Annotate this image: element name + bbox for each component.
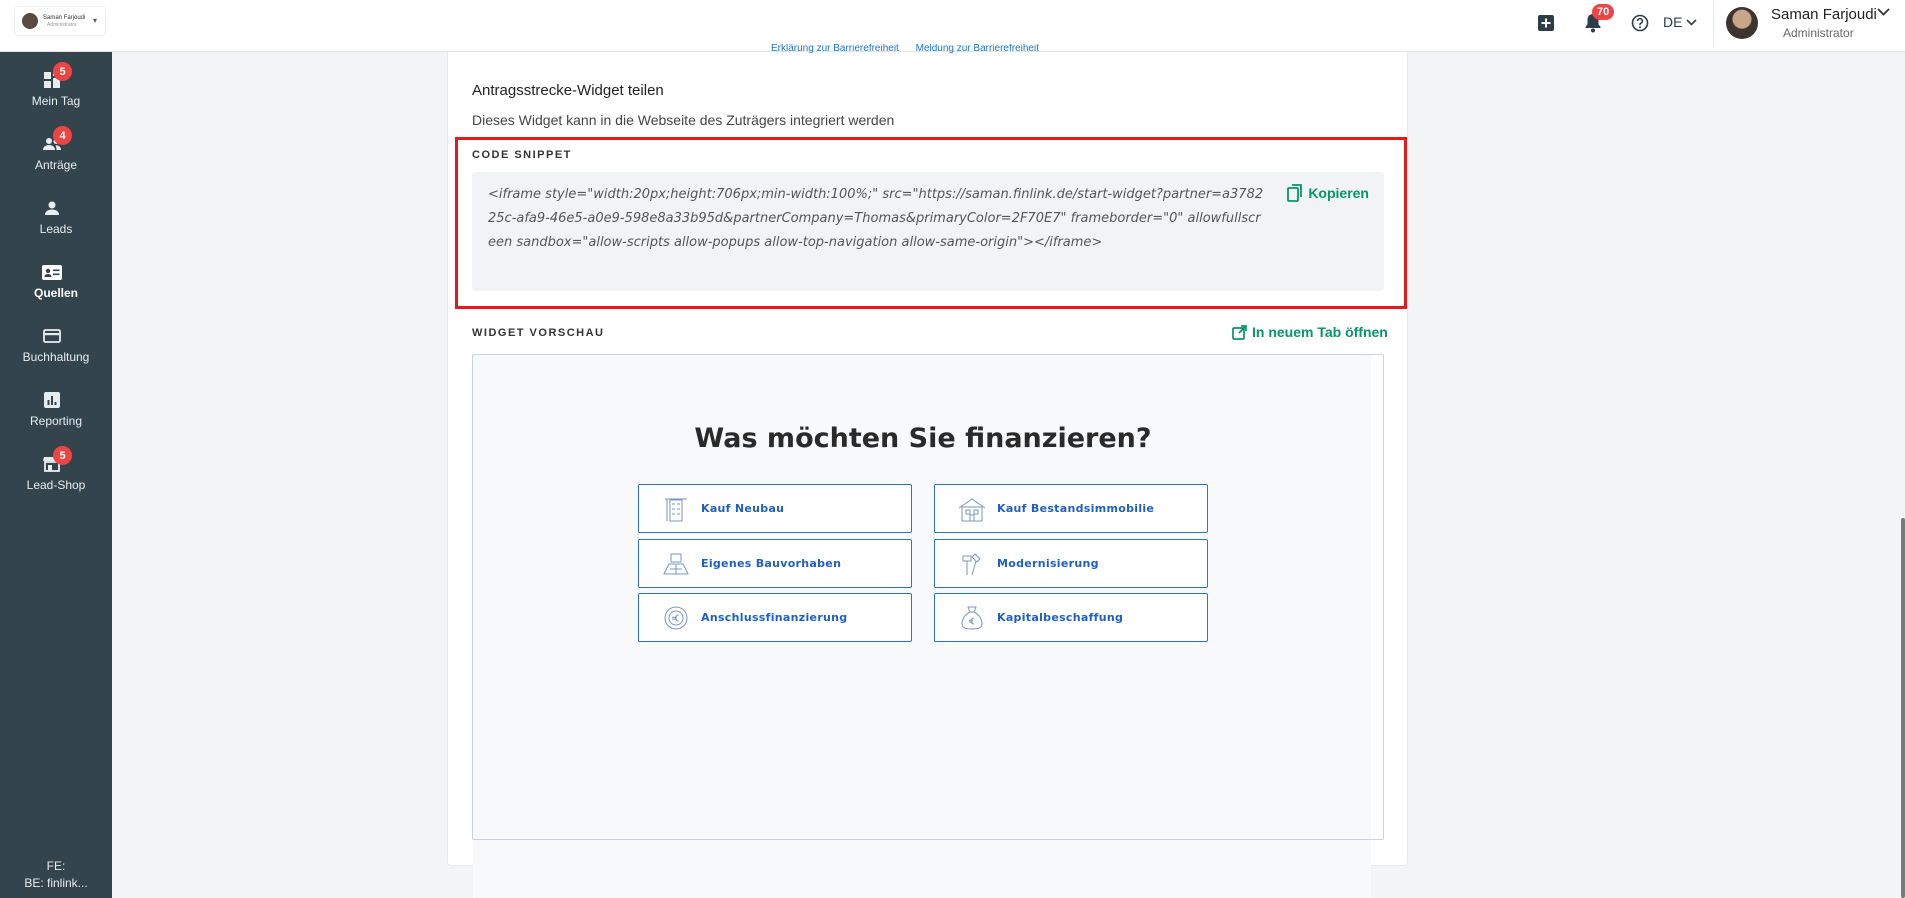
option-label: Anschlussfinanzierung bbox=[701, 611, 848, 624]
add-icon[interactable] bbox=[1534, 11, 1558, 35]
option-anschlussfinanzierung[interactable]: Anschlussfinanzierung bbox=[638, 593, 912, 642]
external-link-icon bbox=[1232, 324, 1247, 340]
sidebar-item-label: Mein Tag bbox=[31, 94, 81, 108]
frontend-version: FE: bbox=[46, 859, 66, 873]
accessibility-statement-link[interactable]: Erklärung zur Barrierefreiheit bbox=[771, 44, 899, 54]
option-modernisierung[interactable]: Modernisierung bbox=[934, 539, 1208, 588]
chevron-down-icon bbox=[1686, 18, 1698, 26]
sidebar-item-label: Reporting bbox=[29, 414, 83, 428]
sidebar-item-leads[interactable]: Leads bbox=[0, 190, 112, 248]
chevron-down-icon: ▾ bbox=[92, 16, 97, 25]
accessibility-links: Erklärung zur Barrierefreiheit Meldung z… bbox=[771, 44, 1053, 54]
money-bag-icon bbox=[957, 603, 987, 633]
user-avatar[interactable] bbox=[1726, 7, 1758, 39]
option-label: Eigenes Bauvorhaben bbox=[701, 557, 842, 570]
copy-button[interactable]: Kopieren bbox=[1287, 184, 1369, 202]
open-in-new-tab-link[interactable]: In neuem Tab öffnen bbox=[1232, 324, 1388, 340]
sidebar-item-label: Lead-Shop bbox=[26, 478, 86, 492]
user-role: Administrator bbox=[1783, 26, 1854, 40]
sidebar: 5 Mein Tag 4 Anträge Leads Quellen Buchh… bbox=[0, 52, 112, 898]
option-label: Kapitalbeschaffung bbox=[997, 611, 1124, 624]
code-snippet-block[interactable]: <iframe style="width:20px;height:706px;m… bbox=[472, 172, 1384, 291]
option-label: Kauf Neubau bbox=[701, 502, 785, 515]
badge: 5 bbox=[53, 62, 72, 81]
help-icon[interactable] bbox=[1628, 11, 1652, 35]
company-name: Saman Farjoudi bbox=[43, 14, 86, 21]
sidebar-item-label: Anträge bbox=[34, 158, 78, 172]
section-title: Antragsstrecke-Widget teilen bbox=[472, 82, 664, 99]
page-scrollbar[interactable] bbox=[1901, 518, 1905, 898]
sidebar-item-label: Quellen bbox=[33, 286, 78, 300]
badge: 5 bbox=[53, 446, 72, 465]
credit-card-icon bbox=[42, 326, 62, 346]
option-kauf-neubau[interactable]: Kauf Neubau bbox=[638, 484, 912, 533]
preview-scrollbar[interactable] bbox=[1371, 355, 1383, 839]
topbar-divider bbox=[1713, 0, 1714, 48]
widget-preview-frame[interactable]: Was möchten Sie finanzieren? Kauf Neubau… bbox=[472, 354, 1384, 840]
widget-preview-label: WIDGET VORSCHAU bbox=[472, 327, 605, 339]
open-tab-label: In neuem Tab öffnen bbox=[1252, 324, 1388, 340]
option-eigenes-bauvorhaben[interactable]: Eigenes Bauvorhaben bbox=[638, 539, 912, 588]
user-name[interactable]: Saman Farjoudi bbox=[1771, 6, 1877, 23]
notifications-badge: 70 bbox=[1592, 4, 1615, 20]
tools-icon bbox=[957, 549, 987, 579]
blueprint-icon bbox=[661, 549, 691, 579]
person-icon bbox=[42, 198, 62, 218]
badge: 4 bbox=[53, 126, 72, 145]
sidebar-item-antraege[interactable]: 4 Anträge bbox=[0, 126, 112, 184]
code-snippet-label: CODE SNIPPET bbox=[472, 149, 572, 161]
company-avatar bbox=[22, 13, 38, 29]
language-label: DE bbox=[1663, 14, 1683, 30]
option-label: Kauf Bestandsimmobilie bbox=[997, 502, 1155, 515]
chevron-down-icon[interactable] bbox=[1877, 8, 1890, 16]
sidebar-item-label: Buchhaltung bbox=[22, 350, 90, 364]
sidebar-item-label: Leads bbox=[39, 222, 73, 236]
building-crane-icon bbox=[661, 494, 691, 524]
version-info: FE: BE: finlink... bbox=[0, 858, 112, 892]
house-icon bbox=[957, 494, 987, 524]
chart-icon bbox=[42, 390, 62, 410]
copy-label: Kopieren bbox=[1308, 185, 1369, 201]
code-snippet-text[interactable]: <iframe style="width:20px;height:706px;m… bbox=[488, 183, 1268, 255]
widget-preview-overflow bbox=[473, 840, 1371, 898]
backend-version: BE: finlink... bbox=[24, 876, 88, 890]
copy-icon bbox=[1287, 184, 1303, 202]
sidebar-item-buchhaltung[interactable]: Buchhaltung bbox=[0, 318, 112, 376]
company-switcher[interactable]: Saman Farjoudi Administrator ▾ bbox=[14, 6, 106, 36]
sidebar-item-lead-shop[interactable]: 5 Lead-Shop bbox=[0, 446, 112, 504]
widget-title: Was möchten Sie finanzieren? bbox=[694, 423, 1152, 454]
sidebar-item-mein-tag[interactable]: 5 Mein Tag bbox=[0, 62, 112, 120]
sidebar-item-quellen[interactable]: Quellen bbox=[0, 254, 112, 312]
section-subtitle: Dieses Widget kann in die Webseite des Z… bbox=[472, 112, 895, 128]
option-kauf-bestandsimmobilie[interactable]: Kauf Bestandsimmobilie bbox=[934, 484, 1208, 533]
id-card-icon bbox=[42, 262, 62, 282]
option-kapitalbeschaffung[interactable]: Kapitalbeschaffung bbox=[934, 593, 1208, 642]
sidebar-item-reporting[interactable]: Reporting bbox=[0, 382, 112, 440]
accessibility-report-link[interactable]: Meldung zur Barrierefreiheit bbox=[916, 44, 1039, 54]
option-label: Modernisierung bbox=[997, 557, 1099, 570]
euro-cycle-icon bbox=[661, 603, 691, 633]
language-selector[interactable]: DE bbox=[1663, 14, 1698, 30]
company-role: Administrator bbox=[47, 21, 77, 28]
